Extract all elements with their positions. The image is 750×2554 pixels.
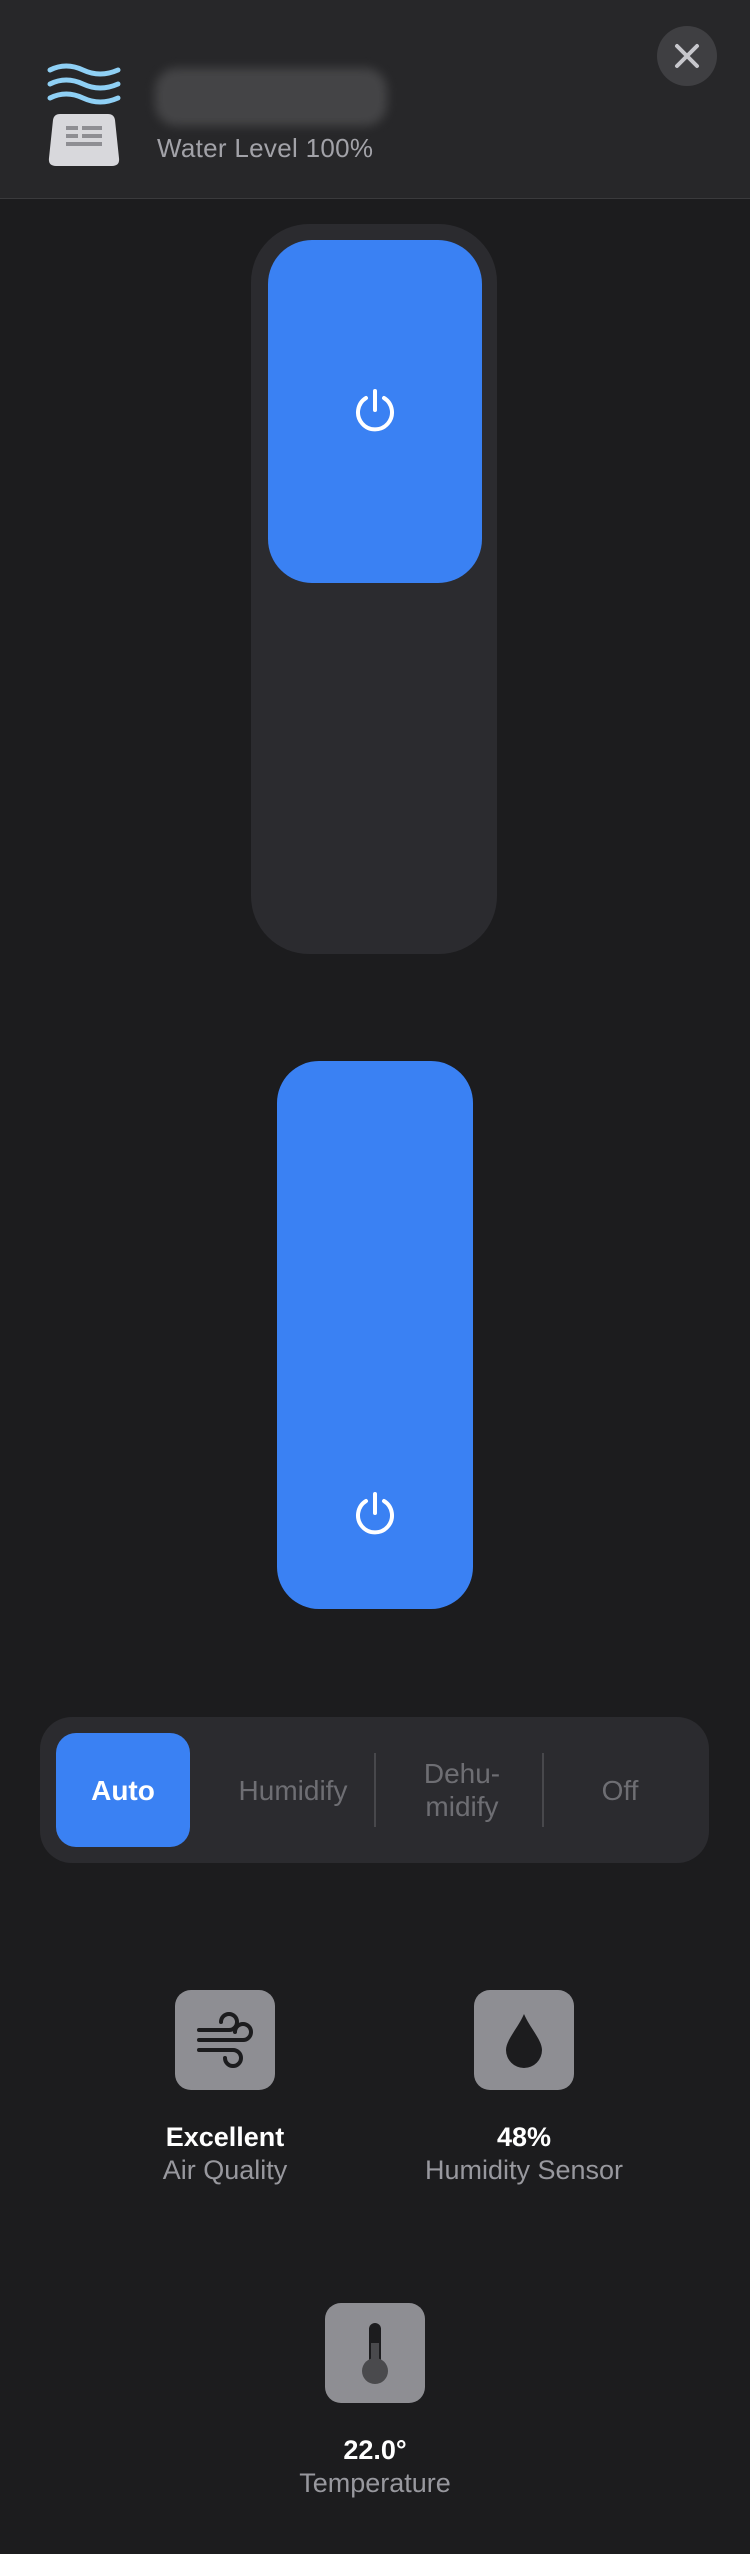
water-level-status: Water Level 100% — [157, 133, 374, 163]
mode-divider — [374, 1753, 376, 1827]
humidifier-icon — [47, 63, 121, 166]
mode-divider — [542, 1753, 544, 1827]
water-drop-icon — [506, 2014, 542, 2068]
temperature-label: Temperature — [299, 2468, 451, 2498]
humidity-sensor[interactable]: 48% Humidity Sensor — [374, 1990, 674, 2186]
close-button[interactable] — [657, 26, 717, 86]
temperature-sensor[interactable]: 22.0° Temperature — [225, 2303, 525, 2499]
thermometer-icon — [362, 2323, 388, 2384]
mode-humidify-button[interactable]: Humidify — [210, 1733, 376, 1847]
wind-icon — [197, 2012, 253, 2068]
air-quality-value: Excellent — [165, 2122, 285, 2152]
close-icon — [675, 44, 699, 68]
humidity-sensor-tile[interactable] — [474, 1990, 574, 2090]
air-quality-label: Air Quality — [162, 2155, 288, 2185]
mode-dehumidify-button[interactable]: Dehu- midify — [380, 1733, 544, 1847]
mode-auto-button[interactable]: Auto — [56, 1733, 190, 1847]
temperature-value: 22.0° — [343, 2435, 407, 2465]
power-button[interactable] — [277, 1061, 473, 1609]
humidity-label: Humidity Sensor — [424, 2155, 624, 2185]
temperature-tile[interactable] — [325, 2303, 425, 2403]
header: Water Level 100% — [0, 0, 750, 199]
air-quality-tile[interactable] — [175, 1990, 275, 2090]
mode-off-button[interactable]: Off — [548, 1733, 692, 1847]
device-name — [155, 68, 387, 126]
air-quality-sensor[interactable]: Excellent Air Quality — [75, 1990, 375, 2186]
mode-selector: Auto Humidify Dehu- midify Off — [40, 1717, 709, 1863]
humidity-slider-fill[interactable] — [268, 240, 482, 583]
power-icon — [356, 1492, 394, 1535]
power-icon — [356, 388, 394, 431]
humidity-value: 48% — [496, 2122, 552, 2152]
